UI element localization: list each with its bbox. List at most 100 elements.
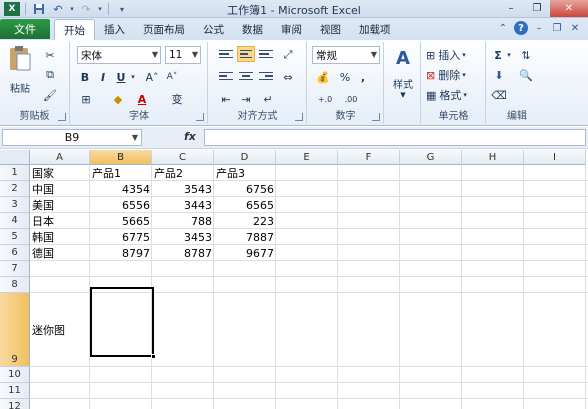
sort-filter-icon[interactable]: ⇅ xyxy=(517,46,535,64)
decrease-decimal-icon[interactable]: .00 xyxy=(340,90,362,108)
cell-b6[interactable]: 8797 xyxy=(90,245,152,261)
tab-addins[interactable]: 加载项 xyxy=(350,19,400,40)
row-header-7[interactable]: 7 xyxy=(0,261,30,277)
phonetic-guide-button[interactable]: 变 xyxy=(167,90,187,108)
font-size-dropdown[interactable]: 11 ▼ xyxy=(165,46,201,64)
row-header-4[interactable]: 4 xyxy=(0,213,30,229)
close-button[interactable]: ✕ xyxy=(550,0,588,17)
cell-a9[interactable]: 迷你图 xyxy=(30,322,90,338)
column-header-a[interactable]: A xyxy=(30,150,90,165)
clear-icon[interactable]: ⌫ xyxy=(491,86,507,104)
tab-review[interactable]: 审阅 xyxy=(272,19,311,40)
align-left-button[interactable] xyxy=(217,68,235,84)
cell-a3[interactable]: 美国 xyxy=(30,197,90,213)
format-cells-button[interactable]: ▦ 格式 ▾ xyxy=(426,86,482,104)
row-header-6[interactable]: 6 xyxy=(0,245,30,261)
alignment-launcher-icon[interactable] xyxy=(295,113,303,121)
insert-cells-button[interactable]: ⊞ 插入 ▾ xyxy=(426,46,482,64)
italic-button[interactable]: I xyxy=(95,68,111,86)
row-header-9[interactable]: 9 xyxy=(0,293,30,367)
cell-b2[interactable]: 4354 xyxy=(90,181,152,197)
clipboard-launcher-icon[interactable] xyxy=(58,113,66,121)
name-box[interactable]: B9 ▼ xyxy=(2,129,142,146)
align-bottom-button[interactable] xyxy=(257,46,275,62)
number-launcher-icon[interactable] xyxy=(372,113,380,121)
selected-cell-b9[interactable] xyxy=(90,287,156,359)
align-center-button[interactable] xyxy=(237,68,255,84)
fill-handle[interactable] xyxy=(151,354,156,359)
merge-center-icon[interactable]: ⇔ xyxy=(279,68,297,86)
delete-cells-button[interactable]: ⊠ 删除 ▾ xyxy=(426,66,482,84)
cell-c1[interactable]: 产品2 xyxy=(152,165,214,181)
cell-c4[interactable]: 788 xyxy=(152,213,214,229)
align-middle-button[interactable] xyxy=(237,46,255,62)
row-header-3[interactable]: 3 xyxy=(0,197,30,213)
tab-view[interactable]: 视图 xyxy=(311,19,350,40)
cell-a6[interactable]: 德国 xyxy=(30,245,90,261)
cell-a2[interactable]: 中国 xyxy=(30,181,90,197)
cell-b4[interactable]: 5665 xyxy=(90,213,152,229)
doc-close-icon[interactable]: ✕ xyxy=(568,21,582,35)
cell-c2[interactable]: 3543 xyxy=(152,181,214,197)
column-header-f[interactable]: F xyxy=(338,150,400,165)
font-name-dropdown[interactable]: 宋体 ▼ xyxy=(77,46,161,64)
underline-button[interactable]: U xyxy=(113,68,129,86)
tab-page-layout[interactable]: 页面布局 xyxy=(134,19,194,40)
align-top-button[interactable] xyxy=(217,46,235,62)
cell-c5[interactable]: 3453 xyxy=(152,229,214,245)
column-header-g[interactable]: G xyxy=(400,150,462,165)
styles-button[interactable]: A 样式 ▼ xyxy=(389,44,417,100)
tab-data[interactable]: 数据 xyxy=(233,19,272,40)
grow-font-button[interactable]: A˄ xyxy=(143,68,161,86)
cell-d5[interactable]: 7887 xyxy=(214,229,276,245)
cell-d4[interactable]: 223 xyxy=(214,213,276,229)
number-format-dropdown[interactable]: 常规 ▼ xyxy=(312,46,380,64)
increase-indent-icon[interactable]: ⇥ xyxy=(237,90,255,108)
borders-icon[interactable]: ⊞ xyxy=(77,90,95,108)
column-header-d[interactable]: D xyxy=(214,150,276,165)
doc-minimize-icon[interactable]: – xyxy=(532,21,546,35)
column-header-i[interactable]: I xyxy=(524,150,586,165)
copy-icon[interactable]: ⧉ xyxy=(40,66,60,84)
cell-a4[interactable]: 日本 xyxy=(30,213,90,229)
tab-insert[interactable]: 插入 xyxy=(95,19,134,40)
cell-a5[interactable]: 韩国 xyxy=(30,229,90,245)
cell-c3[interactable]: 3443 xyxy=(152,197,214,213)
formula-input[interactable] xyxy=(204,129,586,146)
minimize-ribbon-icon[interactable]: ⌃ xyxy=(496,21,510,35)
minimize-button[interactable]: – xyxy=(498,0,524,17)
column-header-e[interactable]: E xyxy=(276,150,338,165)
cell-d6[interactable]: 9677 xyxy=(214,245,276,261)
orientation-icon[interactable]: ⤢ xyxy=(279,46,297,64)
fill-color-icon[interactable]: ◆ xyxy=(109,90,127,108)
row-header-5[interactable]: 5 xyxy=(0,229,30,245)
row-header-1[interactable]: 1 xyxy=(0,165,30,181)
increase-decimal-icon[interactable]: +.0 xyxy=(314,90,336,108)
column-header-h[interactable]: H xyxy=(462,150,524,165)
format-painter-icon[interactable]: 🖌 xyxy=(40,86,60,104)
doc-restore-icon[interactable]: ❐ xyxy=(550,21,564,35)
column-header-c[interactable]: C xyxy=(152,150,214,165)
percent-button[interactable]: % xyxy=(338,68,352,86)
paste-button[interactable]: 粘贴 xyxy=(6,44,34,95)
cell-b1[interactable]: 产品1 xyxy=(90,165,152,181)
row-header-2[interactable]: 2 xyxy=(0,181,30,197)
row-header-11[interactable]: 11 xyxy=(0,383,30,399)
cut-icon[interactable]: ✂ xyxy=(40,46,60,64)
autosum-button[interactable]: Σ xyxy=(491,46,505,64)
row-header-10[interactable]: 10 xyxy=(0,367,30,383)
row-header-8[interactable]: 8 xyxy=(0,277,30,293)
bold-button[interactable]: B xyxy=(77,68,93,86)
maximize-button[interactable]: ❐ xyxy=(524,0,550,17)
font-launcher-icon[interactable] xyxy=(196,113,204,121)
select-all-corner[interactable] xyxy=(0,150,30,165)
cell-b3[interactable]: 6556 xyxy=(90,197,152,213)
cell-c6[interactable]: 8787 xyxy=(152,245,214,261)
shrink-font-button[interactable]: A˅ xyxy=(163,68,181,86)
font-color-icon[interactable]: A xyxy=(133,90,151,108)
align-right-button[interactable] xyxy=(257,68,275,84)
cell-b5[interactable]: 6775 xyxy=(90,229,152,245)
wrap-text-icon[interactable]: ↵ xyxy=(259,90,277,108)
fill-icon[interactable]: ⬇ xyxy=(491,66,507,84)
cell-d3[interactable]: 6565 xyxy=(214,197,276,213)
